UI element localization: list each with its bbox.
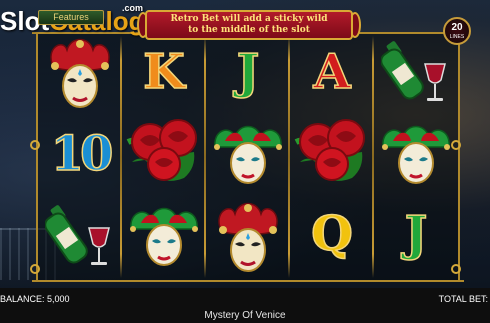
red-roses-icon	[126, 119, 197, 181]
ten-symbol-label: 10	[50, 126, 114, 182]
symbol-A: A	[290, 32, 374, 112]
total-bet-display: TOTAL BET:	[438, 294, 488, 304]
symbol-J: J	[206, 32, 290, 112]
J-symbol-label: J	[236, 44, 260, 100]
symbol-ten: 10	[38, 114, 122, 194]
jester-mask-icon	[214, 125, 282, 184]
symbol-venice-mask-green-red	[374, 114, 458, 194]
wine-bottle-icon	[381, 41, 446, 101]
symbol-wine-bottle	[374, 32, 458, 112]
symbol-J: J	[374, 194, 458, 274]
symbol-wine-bottle	[38, 196, 122, 276]
lines-badge: 20 LINES	[443, 17, 471, 45]
symbol-venice-mask-green-red	[206, 114, 290, 194]
banner-line-1: Retro Bet will add a sticky wild	[170, 14, 328, 24]
J-symbol-label: J	[404, 206, 428, 262]
red-venice-mask-icon	[218, 202, 278, 272]
red-venice-mask-icon	[50, 38, 110, 108]
bottom-info-bar: BALANCE: 5,000 TOTAL BET: Mystery Of Ven…	[0, 288, 490, 323]
lines-count: 20	[451, 22, 463, 33]
banner-line-2: to the middle of the slot	[188, 25, 310, 35]
jester-mask-icon	[130, 207, 198, 266]
symbol-red-venice-mask	[38, 34, 122, 114]
lines-label: LINES	[449, 34, 465, 40]
Q-symbol-label: Q	[310, 206, 353, 262]
feature-banner: Retro Bet will add a sticky wild to the …	[145, 10, 353, 40]
A-symbol-label: A	[313, 44, 352, 100]
symbol-Q: Q	[290, 194, 374, 274]
wine-bottle-icon	[45, 205, 110, 265]
features-button[interactable]: Features	[38, 10, 104, 25]
watermark-domain: .com	[122, 3, 144, 13]
symbol-venice-mask-green-red	[122, 196, 206, 276]
symbol-red-roses	[290, 112, 374, 192]
jester-mask-icon	[382, 125, 450, 184]
symbol-red-venice-mask	[206, 198, 290, 278]
game-title: Mystery Of Venice	[204, 310, 286, 321]
red-roses-icon	[294, 119, 365, 181]
symbol-red-roses	[122, 112, 206, 192]
K-symbol-label: K	[142, 44, 185, 100]
balance-display: BALANCE: 5,000	[0, 294, 70, 304]
symbol-K: K	[122, 32, 206, 112]
